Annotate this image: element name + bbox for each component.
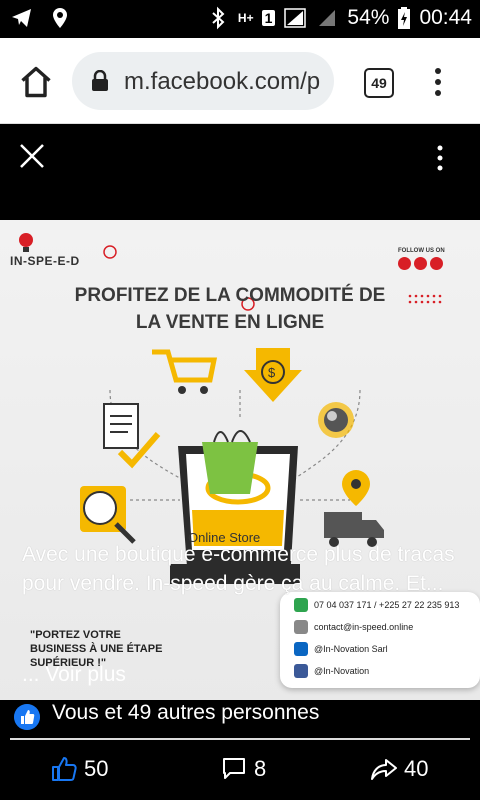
url-text: m.facebook.com/p [124, 68, 321, 95]
globe-icon [318, 402, 354, 438]
battery-charging-icon [398, 7, 411, 29]
lock-icon [92, 70, 108, 91]
decor-circle [103, 245, 117, 259]
comment-icon [223, 758, 245, 779]
comment-button[interactable]: 8 [220, 754, 266, 784]
battery-percent: 54% [347, 6, 390, 29]
quote-line-1: "PORTEZ VOTRE [30, 629, 121, 641]
quote-line-2: BUSINESS À UNE ÉTAPE [30, 643, 163, 655]
photo-options-icon[interactable] [432, 144, 448, 172]
like-button[interactable]: 50 [50, 754, 108, 784]
dollar-arrow-icon: $ [244, 348, 302, 402]
close-icon[interactable] [18, 142, 46, 170]
comment-count: 8 [254, 756, 267, 781]
location-alert-icon [53, 8, 67, 28]
telegram-icon [12, 9, 31, 27]
more-vert-icon[interactable] [428, 66, 448, 98]
signal-icon [284, 8, 307, 28]
headline-line-1: PROFITEZ DE LA COMMODITÉ DE [74, 285, 386, 306]
brand-logo-text: IN-SPE-E-D [10, 254, 80, 268]
document-check-icon [103, 403, 161, 469]
status-bar: H+ 1 54% 00:44 [0, 0, 480, 38]
sim-slot: 1 [261, 10, 276, 26]
home-icon[interactable] [18, 64, 54, 100]
browser-toolbar: m.facebook.com/p 49 [0, 38, 480, 124]
social-links [398, 257, 443, 270]
contact-social: @In-Novation [314, 666, 370, 676]
contact-card: 07 04 037 171 / +225 27 22 235 913 conta… [280, 592, 480, 688]
photo-viewer-header [0, 124, 480, 220]
twitter-icon [414, 257, 427, 270]
tab-switcher-button[interactable]: 49 [364, 68, 394, 98]
thumbs-up-icon [52, 757, 77, 781]
post-actions: 50 8 40 [0, 740, 480, 800]
phone-icon [294, 598, 308, 612]
follow-us-label: FOLLOW US ON [398, 248, 445, 254]
like-count: 50 [84, 756, 109, 781]
see-more-link[interactable]: ... Voir plus [22, 663, 126, 687]
share-icon [371, 759, 397, 780]
signal-2-icon [319, 10, 336, 26]
cart-icon [152, 349, 218, 394]
location-pin-icon [342, 470, 370, 506]
contact-linkedin: @In-Novation Sarl [314, 644, 388, 654]
network-type: H+ [237, 11, 254, 25]
contact-phone: 07 04 037 171 / +225 27 22 235 913 [314, 600, 460, 610]
reactions-summary[interactable]: Vous et 49 autres personnes [0, 700, 480, 738]
linkedin-icon [294, 642, 308, 656]
instagram-icon [430, 257, 443, 270]
address-bar[interactable]: m.facebook.com/p [72, 52, 334, 110]
bluetooth-icon [212, 6, 225, 30]
svg-text:$: $ [268, 365, 276, 380]
search-lens-icon [80, 486, 136, 544]
post-caption: Avec une boutique e-commerce plus de tra… [22, 543, 455, 595]
like-reaction-icon [14, 704, 40, 730]
contact-email: contact@in-speed.online [314, 622, 414, 632]
reactions-text: Vous et 49 autres personnes [52, 701, 320, 724]
brand-logo-icon [19, 233, 33, 252]
post-photo[interactable]: $ IN-SPE-E-D FOLLOW US ON PROFITEZ DE LA… [0, 220, 480, 706]
share-button[interactable]: 40 [370, 754, 428, 784]
facebook-icon [398, 257, 411, 270]
ad-headline: PROFITEZ DE LA COMMODITÉ DE LA VENTE EN … [40, 282, 420, 336]
clock: 00:44 [419, 6, 472, 29]
share-count: 40 [404, 756, 429, 781]
headline-line-2: LA VENTE EN LIGNE [135, 312, 325, 333]
facebook-instagram-icon [294, 664, 308, 678]
email-icon [294, 620, 308, 634]
